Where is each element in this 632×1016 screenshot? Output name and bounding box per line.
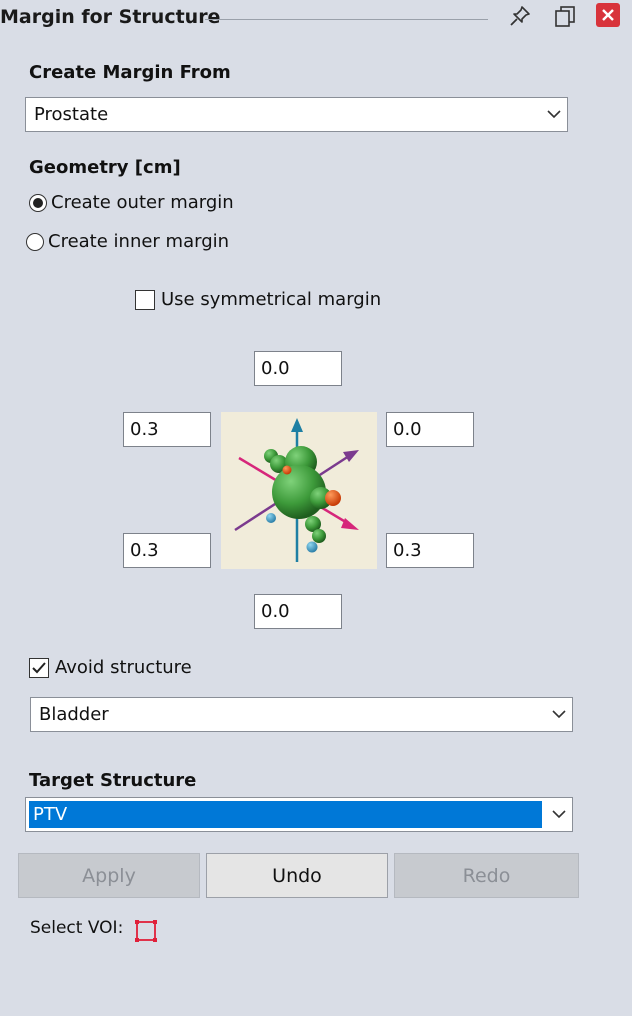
chevron-down-icon: [541, 110, 567, 119]
margin-bottom-field[interactable]: 0.0: [254, 594, 342, 629]
symmetric-margin-option[interactable]: Use symmetrical margin: [135, 289, 381, 310]
avoid-structure-value: Bladder: [39, 704, 109, 725]
target-structure-dropdown[interactable]: PTV: [25, 797, 573, 832]
checkmark-icon: [32, 661, 46, 673]
margin-lower-left-field[interactable]: 0.3: [123, 533, 211, 568]
title-divider: [205, 19, 488, 20]
symmetric-margin-label: Use symmetrical margin: [161, 289, 382, 310]
restore-icon[interactable]: [553, 4, 577, 28]
undo-button[interactable]: Undo: [206, 853, 388, 898]
outer-margin-label: Create outer margin: [51, 192, 234, 213]
margin-upper-right-field[interactable]: 0.0: [386, 412, 474, 447]
geometry-illustration: [221, 412, 377, 569]
chevron-down-icon: [546, 710, 572, 719]
inner-margin-option[interactable]: Create inner margin: [26, 231, 229, 252]
source-structure-dropdown[interactable]: Prostate: [25, 97, 568, 132]
inner-margin-radio[interactable]: [26, 232, 44, 251]
outer-margin-radio[interactable]: [29, 193, 47, 212]
source-label: Create Margin From: [29, 62, 231, 83]
source-structure-value: Prostate: [34, 104, 109, 125]
avoid-structure-option[interactable]: Avoid structure: [29, 657, 192, 678]
margin-top-field[interactable]: 0.0: [254, 351, 342, 386]
orientation-3d-icon: [234, 418, 359, 562]
symmetric-margin-checkbox[interactable]: [135, 289, 155, 310]
pin-icon[interactable]: [508, 4, 532, 28]
geometry-label: Geometry [cm]: [29, 157, 181, 178]
target-structure-label: Target Structure: [29, 770, 197, 791]
select-voi-icon[interactable]: [133, 918, 159, 944]
inner-margin-label: Create inner margin: [48, 231, 230, 252]
target-structure-value: PTV: [29, 801, 542, 828]
panel-title: Margin for Structure: [0, 6, 221, 28]
avoid-structure-label: Avoid structure: [55, 657, 192, 678]
outer-margin-option[interactable]: Create outer margin: [29, 192, 234, 213]
avoid-structure-checkbox[interactable]: [29, 657, 49, 678]
select-voi-label: Select VOI:: [30, 918, 124, 938]
apply-button[interactable]: Apply: [18, 853, 200, 898]
margin-upper-left-field[interactable]: 0.3: [123, 412, 211, 447]
chevron-down-icon: [546, 810, 572, 819]
avoid-structure-dropdown[interactable]: Bladder: [30, 697, 573, 732]
close-icon[interactable]: [596, 3, 620, 27]
margin-lower-right-field[interactable]: 0.3: [386, 533, 474, 568]
redo-button[interactable]: Redo: [394, 853, 579, 898]
